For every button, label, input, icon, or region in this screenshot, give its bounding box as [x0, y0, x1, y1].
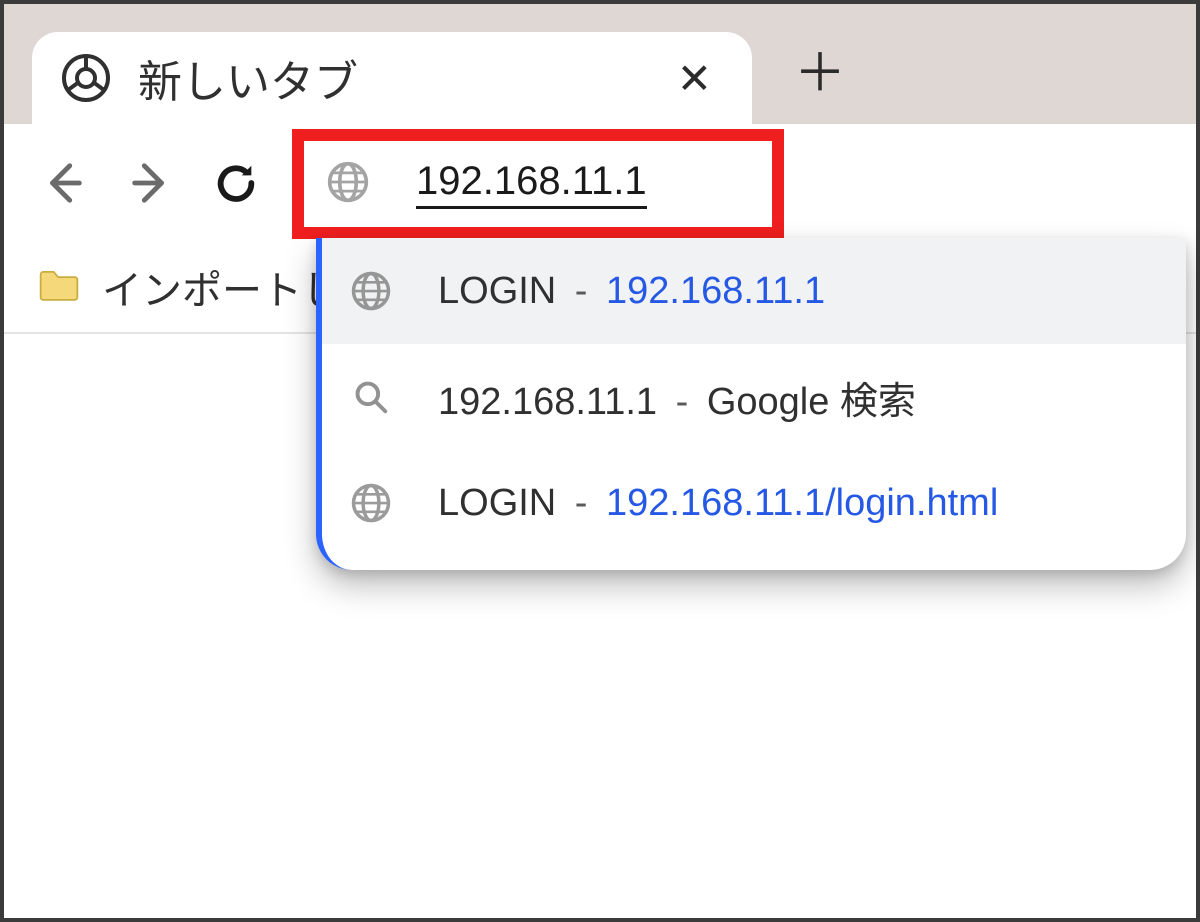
forward-button[interactable]	[124, 157, 176, 209]
chrome-icon	[62, 54, 110, 102]
suggestion-url: 192.168.11.1/login.html	[606, 482, 998, 524]
tab-strip: 新しいタブ ✕ ＋	[4, 4, 1196, 124]
suggestion-item[interactable]: 192.168.11.1 - Google 検索	[322, 344, 1186, 450]
browser-tab[interactable]: 新しいタブ ✕	[32, 32, 752, 124]
suggestion-text: 192.168.11.1 - Google 検索	[438, 370, 916, 425]
suggestion-title: LOGIN	[438, 270, 556, 312]
suggestion-suffix: Google 検索	[707, 381, 916, 423]
folder-icon	[38, 266, 80, 309]
address-input[interactable]: 192.168.11.1	[416, 159, 647, 209]
globe-icon	[350, 482, 392, 524]
globe-icon	[350, 270, 392, 312]
back-button[interactable]	[38, 157, 90, 209]
globe-icon	[326, 160, 370, 209]
tab-title: 新しいタブ	[138, 46, 639, 110]
suggestion-item[interactable]: LOGIN - 192.168.11.1	[322, 238, 1186, 344]
suggestion-text: LOGIN - 192.168.11.1	[438, 270, 825, 313]
omnibox-suggestions: LOGIN - 192.168.11.1 192.168.11.1 - Goog…	[316, 238, 1186, 570]
suggestion-title: LOGIN	[438, 482, 556, 524]
close-tab-icon[interactable]: ✕	[667, 54, 722, 103]
browser-window: 新しいタブ ✕ ＋ 192.168.11.1 インポートした	[0, 0, 1200, 922]
suggestion-text: LOGIN - 192.168.11.1/login.html	[438, 482, 998, 525]
search-icon	[350, 376, 392, 418]
new-tab-button[interactable]: ＋	[794, 48, 846, 100]
suggestion-item[interactable]: LOGIN - 192.168.11.1/login.html	[322, 450, 1186, 556]
reload-button[interactable]	[210, 157, 262, 209]
suggestion-title: 192.168.11.1	[438, 381, 657, 423]
address-bar-highlight: 192.168.11.1	[292, 129, 784, 239]
suggestion-url: 192.168.11.1	[606, 270, 825, 312]
